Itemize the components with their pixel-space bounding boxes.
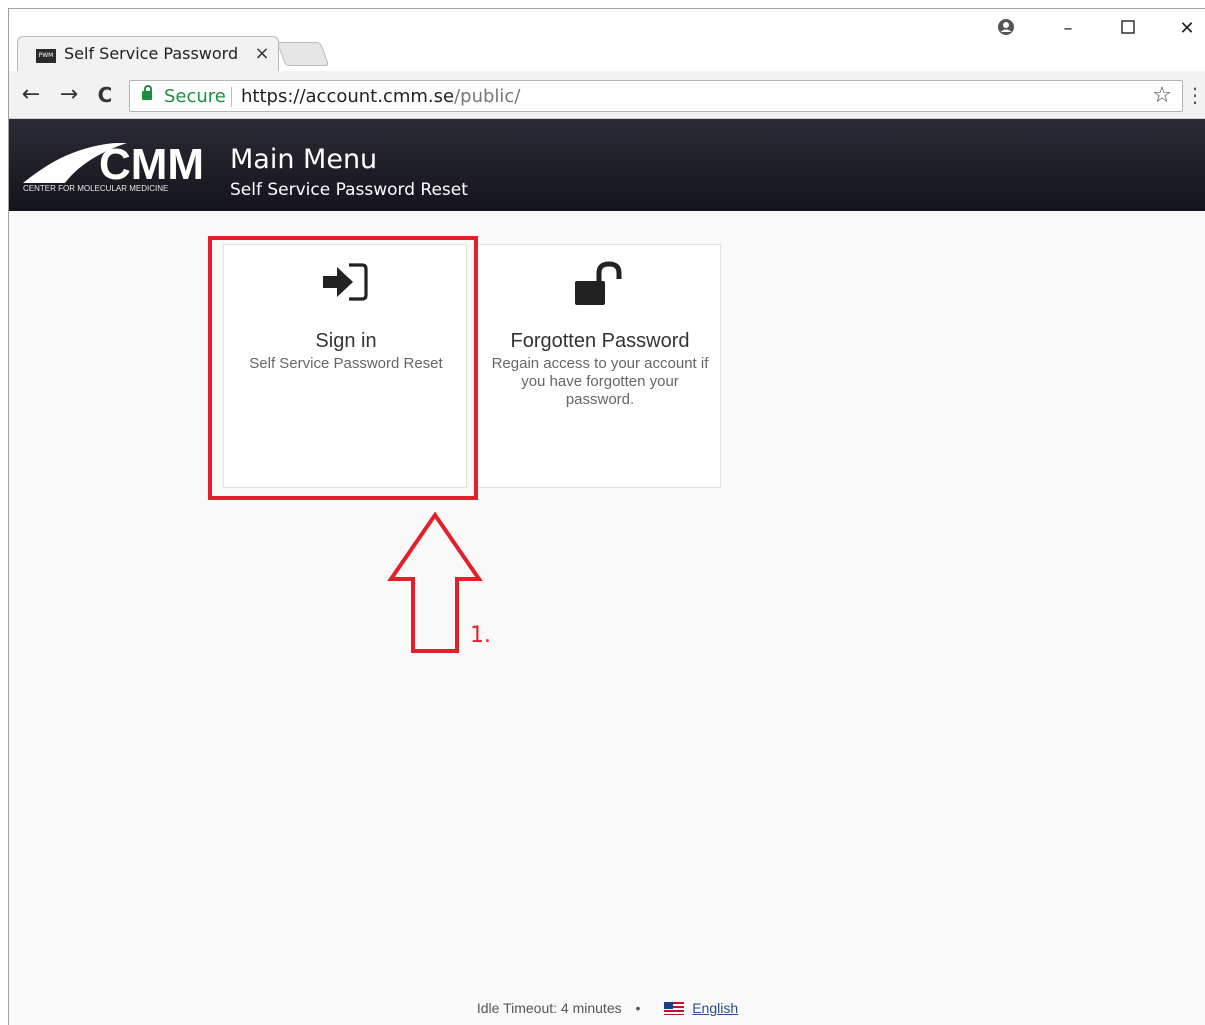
logo-text: CMM [99, 140, 204, 185]
browser-tab[interactable]: PWM Self Service Password Res × [17, 36, 279, 72]
footer-separator: • [635, 1000, 641, 1017]
forward-button[interactable]: → [55, 82, 83, 108]
secure-label: Secure [164, 86, 226, 107]
address-bar[interactable]: Secure https://account.cmm.se/public/ ☆ [129, 80, 1183, 112]
main-content: Sign in Self Service Password Reset Forg… [9, 211, 1205, 1025]
card-description: Regain access to your account if you hav… [491, 355, 709, 408]
cmm-logo[interactable]: CMM CENTER FOR MOLECULAR MEDICINE [23, 139, 223, 197]
close-button[interactable]: ✕ [1172, 17, 1202, 41]
tab-title: Self Service Password Res [64, 44, 244, 63]
page-title: Main Menu [230, 144, 378, 175]
new-tab-button[interactable] [276, 42, 330, 66]
logo-subtext: CENTER FOR MOLECULAR MEDICINE [23, 184, 169, 193]
url-path: /public/ [454, 86, 521, 107]
favicon-icon: PWM [36, 49, 56, 63]
maximize-button[interactable] [1113, 17, 1143, 41]
tab-close-icon[interactable]: × [252, 43, 272, 65]
language-link[interactable]: English [692, 1000, 738, 1016]
browser-menu-icon[interactable]: ⋮ [1185, 82, 1205, 108]
back-button[interactable]: ← [17, 82, 45, 108]
url-text[interactable]: https://account.cmm.se/public/ [241, 87, 520, 107]
minimize-button[interactable]: – [1053, 17, 1083, 41]
card-title: Forgotten Password [510, 330, 690, 352]
bookmark-star-icon[interactable]: ☆ [1150, 84, 1174, 108]
url-host: https://account.cmm.se [241, 86, 455, 107]
annotation-highlight-box [208, 236, 478, 500]
lock-icon [142, 85, 152, 100]
unlock-icon [478, 261, 720, 311]
forgotten-password-card[interactable]: Forgotten Password Regain access to your… [477, 244, 721, 488]
annotation-step-label: 1. [470, 623, 491, 648]
tab-strip: PWM Self Service Password Res × – ✕ [9, 9, 1205, 72]
omnibox-divider [231, 87, 232, 107]
page-footer: Idle Timeout: 4 minutes • English [9, 999, 1205, 1021]
browser-window: PWM Self Service Password Res × – ✕ ← → … [8, 8, 1205, 1025]
profile-icon[interactable] [991, 17, 1021, 41]
page-header: CMM CENTER FOR MOLECULAR MEDICINE Main M… [9, 119, 1205, 211]
us-flag-icon [664, 1001, 685, 1015]
browser-toolbar: ← → C Secure https://account.cmm.se/publ… [9, 71, 1205, 119]
page-subtitle: Self Service Password Reset [230, 180, 468, 200]
idle-timeout-text: Idle Timeout: 4 minutes [476, 1000, 622, 1017]
reload-button[interactable]: C [91, 82, 119, 108]
